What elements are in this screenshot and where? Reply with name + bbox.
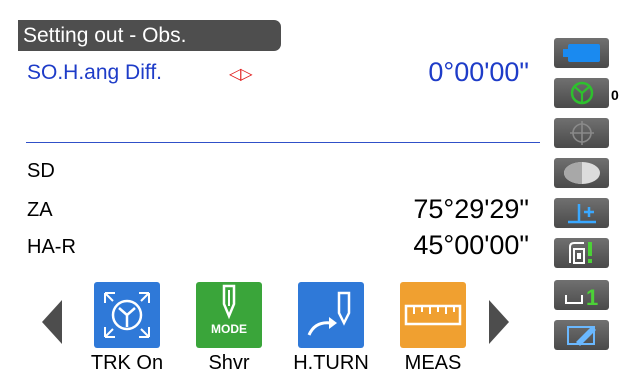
h-turn-button[interactable] [298, 282, 364, 348]
shvr-button[interactable]: MODE [196, 282, 262, 348]
target-status[interactable] [554, 78, 609, 108]
h-turn-icon [307, 291, 351, 336]
za-label: ZA [27, 199, 53, 221]
divider [26, 142, 540, 143]
battery-status[interactable] [554, 38, 609, 68]
prism-warning-icon [568, 242, 592, 264]
tilt-status[interactable] [554, 158, 609, 188]
page-number: 1 [586, 285, 598, 308]
so-hang-diff-value: 0°00'00" [428, 57, 529, 87]
direction-arrows-icon: ◁▷ [229, 66, 253, 83]
meas-ruler-icon [404, 304, 462, 326]
meas-label: MEAS [404, 352, 462, 374]
laser-pointer-icon [569, 121, 594, 145]
shvr-mode-icon [222, 284, 236, 320]
tilt-icon [563, 162, 600, 184]
za-value: 75°29'29" [413, 194, 529, 224]
height-plus-icon [567, 204, 596, 224]
target-constant: 0 [611, 87, 619, 103]
height-status[interactable] [554, 198, 609, 228]
shvr-mode-sub: MODE [211, 322, 247, 336]
trk-on-button[interactable] [94, 282, 160, 348]
prism-target-icon [570, 81, 593, 105]
tracking-icon [104, 292, 150, 338]
edit-icon [566, 326, 596, 346]
ha-r-value: 45°00'00" [413, 230, 529, 260]
laser-status[interactable] [554, 118, 609, 148]
battery-icon [562, 44, 600, 62]
trk-on-label: TRK On [90, 352, 164, 374]
page-indicator[interactable]: 1 [554, 280, 609, 310]
h-turn-label: H.TURN [293, 352, 369, 374]
so-hang-diff-label: SO.H.ang Diff. [27, 61, 163, 84]
next-page-arrow[interactable] [489, 300, 509, 344]
sd-label: SD [27, 160, 55, 182]
shvr-label: Shvr [208, 352, 250, 374]
prism-status[interactable] [554, 238, 609, 268]
meas-button[interactable] [400, 282, 466, 348]
page-indicator-icon: 1 [564, 285, 598, 308]
prev-page-arrow[interactable] [42, 300, 62, 344]
screen-title: Setting out - Obs. [18, 20, 281, 51]
ha-r-label: HA-R [27, 236, 76, 258]
edit-button[interactable] [554, 320, 609, 350]
